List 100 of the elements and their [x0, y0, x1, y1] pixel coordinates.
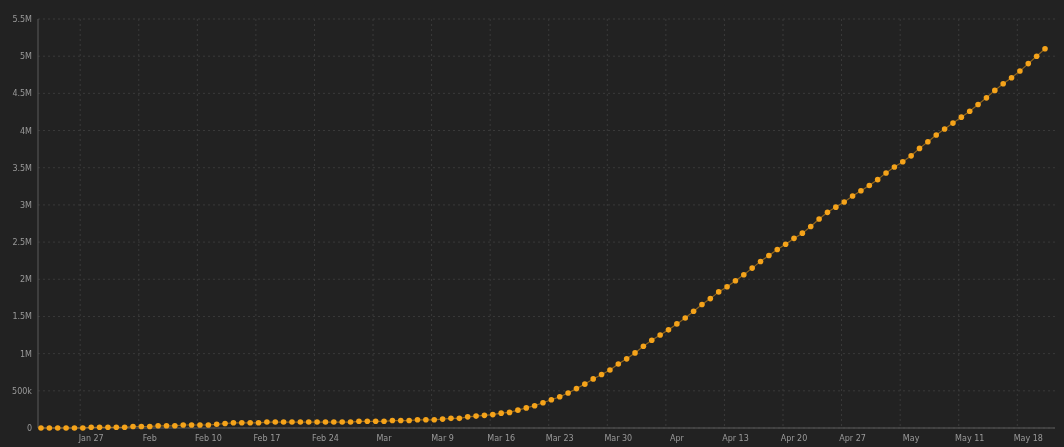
data-point — [540, 399, 546, 406]
data-point — [950, 120, 956, 126]
x-axis-label: May 18 — [1013, 434, 1043, 443]
data-point — [96, 424, 103, 431]
data-point — [63, 425, 69, 431]
x-axis-label: Mar 9 — [431, 434, 454, 443]
x-axis-label: Feb — [142, 434, 157, 443]
x-axis-label: May — [902, 434, 920, 443]
data-point — [983, 95, 990, 101]
x-axis-label: Feb 24 — [312, 434, 339, 443]
data-point — [473, 413, 479, 419]
data-point — [699, 301, 705, 308]
data-point — [172, 422, 178, 429]
y-axis-label: 500k — [12, 386, 32, 396]
data-point — [607, 367, 613, 373]
data-point — [71, 425, 78, 431]
data-point — [858, 188, 864, 194]
data-point — [741, 272, 747, 278]
data-point — [163, 422, 170, 429]
data-point — [130, 423, 136, 430]
x-axis-label: Apr — [669, 434, 684, 443]
data-point — [849, 193, 856, 199]
x-axis-label: Apr 27 — [839, 434, 866, 443]
data-point — [883, 170, 889, 176]
x-axis-label: Mar 23 — [545, 434, 574, 443]
data-point — [598, 371, 605, 378]
data-point — [331, 419, 337, 425]
x-axis-label: May 11 — [955, 434, 985, 443]
x-axis-label: Apr 20 — [780, 434, 808, 443]
data-point — [105, 424, 111, 431]
data-point — [833, 204, 839, 210]
data-point — [632, 350, 638, 356]
data-point — [908, 153, 914, 159]
data-point — [665, 327, 672, 333]
data-point — [38, 425, 44, 431]
data-point — [506, 409, 513, 416]
data-point — [180, 422, 186, 428]
data-point — [1042, 45, 1048, 52]
x-axis-label: Jan 27 — [78, 434, 104, 443]
data-point — [582, 381, 588, 387]
y-axis-label: 3.5M — [12, 163, 32, 173]
data-point — [247, 420, 253, 426]
data-point — [197, 422, 203, 428]
data-point — [674, 321, 680, 327]
data-point — [590, 376, 596, 382]
data-point — [188, 422, 195, 428]
y-axis-label: 1M — [20, 349, 32, 359]
data-point — [565, 390, 571, 396]
data-point — [573, 385, 580, 392]
data-point — [155, 422, 161, 429]
y-axis-label: 4M — [20, 126, 32, 136]
data-point — [481, 412, 488, 419]
y-axis-label: 2M — [20, 275, 32, 285]
data-point — [322, 419, 329, 425]
data-point — [816, 216, 822, 222]
data-point — [448, 415, 454, 422]
data-point — [356, 418, 362, 425]
data-point — [992, 87, 998, 94]
data-point — [916, 145, 923, 152]
x-axis-label: Mar 16 — [487, 434, 516, 443]
data-point — [925, 138, 931, 145]
data-point — [339, 419, 345, 425]
data-point — [1017, 68, 1023, 74]
data-point — [414, 417, 421, 423]
data-point — [724, 283, 730, 290]
data-point — [289, 419, 295, 425]
y-axis-label: 1.5M — [12, 312, 32, 322]
data-point — [975, 101, 981, 108]
data-point — [423, 417, 429, 423]
data-point — [900, 159, 906, 165]
data-point — [255, 420, 262, 426]
x-axis-label: Apr 13 — [722, 434, 749, 443]
data-point — [222, 420, 228, 427]
data-point — [824, 209, 831, 216]
y-axis-label: 5M — [20, 52, 32, 62]
data-point — [88, 424, 94, 431]
data-point — [381, 418, 387, 425]
data-point — [406, 417, 412, 424]
data-point — [891, 164, 898, 170]
y-axis-label: 5.5M — [12, 15, 32, 24]
data-point — [841, 199, 847, 205]
data-point — [347, 419, 354, 425]
x-axis-label: Mar 30 — [604, 434, 633, 443]
y-axis-label: 4.5M — [12, 89, 32, 99]
data-point — [264, 419, 270, 425]
y-axis-label: 3M — [20, 200, 32, 210]
data-point — [791, 235, 797, 242]
data-point — [239, 420, 245, 426]
data-point — [757, 258, 764, 265]
x-axis-label: Feb 17 — [253, 434, 281, 443]
data-point — [230, 420, 237, 426]
y-axis-label: 2.5M — [12, 238, 32, 248]
y-axis-label: 0 — [26, 424, 32, 433]
data-point — [80, 425, 86, 431]
data-point — [1000, 80, 1006, 87]
x-axis-label: Feb 10 — [194, 434, 222, 443]
data-point — [766, 252, 772, 259]
data-point — [314, 419, 320, 425]
data-point — [749, 265, 755, 271]
data-point — [490, 411, 496, 418]
